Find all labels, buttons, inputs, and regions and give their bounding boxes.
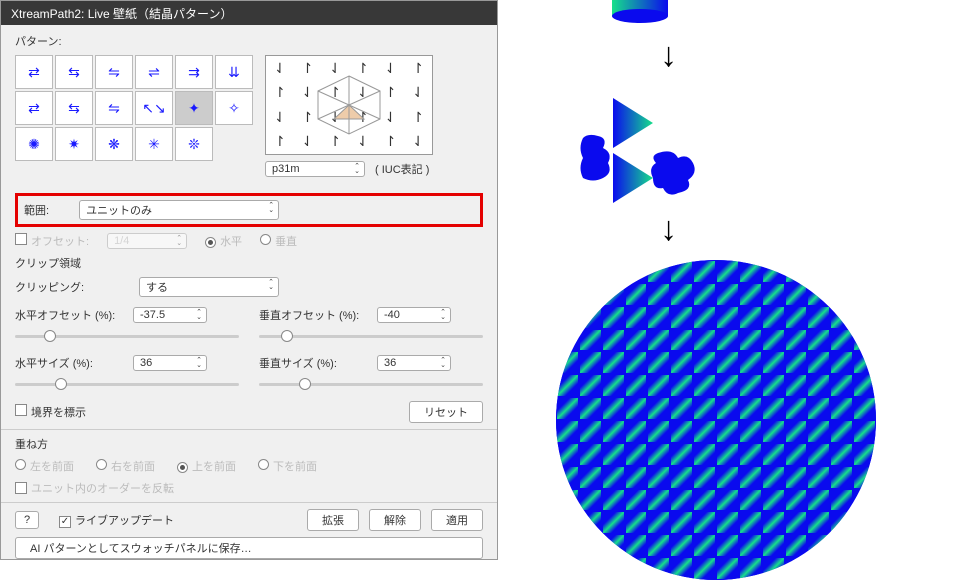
v-size-label: 垂直サイズ (%): bbox=[259, 355, 369, 371]
pattern-cell[interactable]: ↖↘ bbox=[135, 91, 173, 125]
pattern-cell[interactable]: ⇋ bbox=[95, 55, 133, 89]
clip-section-title: クリップ領域 bbox=[15, 255, 483, 271]
pattern-cell[interactable]: ⇋ bbox=[95, 91, 133, 125]
arrow-down-icon: ↓ bbox=[660, 210, 677, 249]
release-button[interactable]: 解除 bbox=[369, 509, 421, 531]
panel-body: パターン: ⇄ ⇆ ⇋ ⇌ ⇉ ⇊ ⇄ ⇆ ⇋ ↖↘ ✦ ✧ ✺ ✷ bbox=[1, 25, 497, 573]
live-update-checkbox[interactable]: ✓ bbox=[59, 516, 71, 528]
pattern-section: ⇄ ⇆ ⇋ ⇌ ⇉ ⇊ ⇄ ⇆ ⇋ ↖↘ ✦ ✧ ✺ ✷ ❋ ✳ ❊ bbox=[15, 55, 483, 183]
pattern-cell[interactable]: ✧ bbox=[215, 91, 253, 125]
expand-button[interactable]: 拡張 bbox=[307, 509, 359, 531]
reset-button[interactable]: リセット bbox=[409, 401, 483, 423]
offset-select[interactable]: 1/4 bbox=[107, 233, 187, 249]
iuc-row: p31m ( IUC表記 ) bbox=[265, 161, 433, 177]
cylinder-shape-icon bbox=[610, 0, 670, 24]
offset-row: オフセット: 1/4 水平 垂直 bbox=[15, 233, 483, 249]
h-size-input[interactable]: 36 bbox=[133, 355, 207, 371]
pattern-cell[interactable]: ⇉ bbox=[175, 55, 213, 89]
v-offset-label: 垂直オフセット (%): bbox=[259, 307, 369, 323]
offset-checkbox[interactable] bbox=[15, 233, 27, 245]
pattern-grid: ⇄ ⇆ ⇋ ⇌ ⇉ ⇊ ⇄ ⇆ ⇋ ↖↘ ✦ ✧ ✺ ✷ ❋ ✳ ❊ bbox=[15, 55, 253, 161]
dialog-panel: XtreamPath2: Live 壁紙（結晶パターン） パターン: ⇄ ⇆ ⇋… bbox=[0, 0, 498, 560]
right-front-radio[interactable] bbox=[96, 459, 107, 470]
iuc-label: ( IUC表記 ) bbox=[375, 161, 429, 177]
h-offset-input[interactable]: -37.5 bbox=[133, 307, 207, 323]
apply-button[interactable]: 適用 bbox=[431, 509, 483, 531]
preview-hexagon-icon bbox=[314, 74, 384, 136]
arrow-down-icon: ↓ bbox=[660, 36, 677, 75]
h-size-label: 水平サイズ (%): bbox=[15, 355, 125, 371]
mark-boundary-label: 境界を標示 bbox=[31, 407, 86, 419]
pattern-preview: ⇃↾⇃↾⇃↾ ↾⇃↾⇃↾⇃ ⇃↾⇃↾⇃↾ ↾⇃↾⇃↾⇃ bbox=[265, 55, 433, 155]
pattern-cell[interactable]: ⇄ bbox=[15, 55, 53, 89]
left-front-radio[interactable] bbox=[15, 459, 26, 470]
offset-vert-radio[interactable] bbox=[260, 234, 271, 245]
v-offset-slider[interactable] bbox=[259, 327, 483, 345]
h-offset-slider[interactable] bbox=[15, 327, 239, 345]
clipping-row: クリッピング: する bbox=[15, 277, 483, 297]
clip-grid: 水平オフセット (%): -37.5 垂直オフセット (%): -40 水平サイ… bbox=[15, 307, 483, 393]
reverse-order-checkbox[interactable] bbox=[15, 482, 27, 494]
boundary-row: 境界を標示 リセット bbox=[15, 401, 483, 423]
range-highlight-wrap: 範囲: ユニットのみ bbox=[15, 193, 483, 227]
pattern-cell[interactable]: ❊ bbox=[175, 127, 213, 161]
divider bbox=[1, 429, 497, 430]
reverse-order-row: ユニット内のオーダーを反転 bbox=[15, 480, 483, 496]
panel-title: XtreamPath2: Live 壁紙（結晶パターン） bbox=[11, 5, 232, 22]
pattern-cell[interactable]: ⇆ bbox=[55, 55, 93, 89]
pattern-cell[interactable]: ⇄ bbox=[15, 91, 53, 125]
offset-horiz-radio[interactable] bbox=[205, 237, 216, 248]
range-label: 範囲: bbox=[24, 202, 49, 218]
v-size-slider[interactable] bbox=[259, 375, 483, 393]
live-update-label: ライブアップデート bbox=[75, 515, 174, 527]
range-row-highlight: 範囲: ユニットのみ bbox=[15, 193, 483, 227]
help-button[interactable]: ? bbox=[15, 511, 39, 529]
reverse-order-label: ユニット内のオーダーを反転 bbox=[31, 480, 174, 496]
bottom-front-radio[interactable] bbox=[258, 459, 269, 470]
clipping-label: クリッピング: bbox=[15, 279, 125, 295]
pattern-right: ⇃↾⇃↾⇃↾ ↾⇃↾⇃↾⇃ ⇃↾⇃↾⇃↾ ↾⇃↾⇃↾⇃ p31m bbox=[265, 55, 433, 183]
pattern-cell[interactable]: ✷ bbox=[55, 127, 93, 161]
pattern-cell[interactable]: ✳ bbox=[135, 127, 173, 161]
offset-label: オフセット: bbox=[31, 236, 89, 248]
result-circle-pattern bbox=[556, 260, 876, 580]
offset-vert-label: 垂直 bbox=[275, 236, 297, 248]
pattern-cell[interactable]: ⇌ bbox=[135, 55, 173, 89]
pattern-cell[interactable]: ✺ bbox=[15, 127, 53, 161]
h-size-slider[interactable] bbox=[15, 375, 239, 393]
pattern-label: パターン: bbox=[15, 33, 483, 49]
stack-row: 左を前面 右を前面 上を前面 下を前面 bbox=[15, 458, 483, 474]
tile-pattern bbox=[556, 260, 876, 580]
pattern-cell-selected[interactable]: ✦ bbox=[175, 91, 213, 125]
h-offset-label: 水平オフセット (%): bbox=[15, 307, 125, 323]
pattern-cell[interactable]: ❋ bbox=[95, 127, 133, 161]
footer-row-1: ? ✓ ライブアップデート 拡張 解除 適用 bbox=[15, 509, 483, 531]
range-select[interactable]: ユニットのみ bbox=[79, 200, 279, 220]
pattern-cell[interactable]: ⇆ bbox=[55, 91, 93, 125]
clipping-select[interactable]: する bbox=[139, 277, 279, 297]
v-offset-input[interactable]: -40 bbox=[377, 307, 451, 323]
triangle-group-icon bbox=[578, 98, 708, 208]
iuc-select[interactable]: p31m bbox=[265, 161, 365, 177]
pattern-cell[interactable]: ⇊ bbox=[215, 55, 253, 89]
pattern-left: ⇄ ⇆ ⇋ ⇌ ⇉ ⇊ ⇄ ⇆ ⇋ ↖↘ ✦ ✧ ✺ ✷ ❋ ✳ ❊ bbox=[15, 55, 253, 183]
stack-section-title: 重ね方 bbox=[15, 436, 483, 452]
top-front-radio[interactable] bbox=[177, 462, 188, 473]
divider bbox=[1, 502, 497, 503]
footer-row-2: AI パターンとしてスウォッチパネルに保存… bbox=[15, 537, 483, 559]
mark-boundary-checkbox[interactable] bbox=[15, 404, 27, 416]
offset-horiz-label: 水平 bbox=[220, 236, 242, 248]
save-swatch-button[interactable]: AI パターンとしてスウォッチパネルに保存… bbox=[15, 537, 483, 559]
v-size-input[interactable]: 36 bbox=[377, 355, 451, 371]
panel-title-bar: XtreamPath2: Live 壁紙（結晶パターン） bbox=[1, 1, 497, 25]
illustration-area: ↓ ↓ bbox=[510, 0, 980, 560]
